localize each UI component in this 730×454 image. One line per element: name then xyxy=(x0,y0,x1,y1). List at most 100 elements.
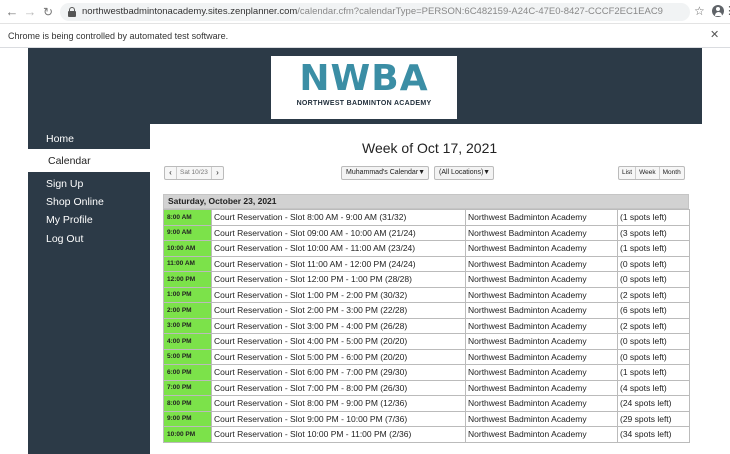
location-cell: Northwest Badminton Academy xyxy=(465,224,618,241)
event-cell[interactable]: Court Reservation - Slot 4:00 PM - 5:00 … xyxy=(211,333,466,350)
current-date-label[interactable]: Sat 10/23 xyxy=(176,167,212,179)
table-row[interactable]: 10:00 AM Court Reservation - Slot 10:00 A… xyxy=(163,240,690,257)
prev-day-button[interactable]: ‹ xyxy=(165,167,176,179)
table-row[interactable]: 5:00 PM Court Reservation - Slot 5:00 PM … xyxy=(163,348,690,365)
table-row[interactable]: 9:00 PM Court Reservation - Slot 9:00 PM … xyxy=(163,410,690,427)
event-cell[interactable]: Court Reservation - Slot 3:00 PM - 4:00 … xyxy=(211,317,466,334)
time-cell: 6:00 PM xyxy=(163,364,212,381)
spots-cell: (0 spots left) xyxy=(617,255,690,272)
star-icon[interactable]: ☆ xyxy=(694,3,705,19)
spots-cell: (34 spots left) xyxy=(617,426,690,443)
date-navigator: ‹ Sat 10/23 › xyxy=(164,166,224,180)
location-select[interactable]: (All Locations) ▼ xyxy=(434,166,494,180)
logo-subtitle: NORTHWEST BADMINTON ACADEMY xyxy=(296,100,432,107)
event-cell[interactable]: Court Reservation - Slot 5:00 PM - 6:00 … xyxy=(211,348,466,365)
table-row[interactable]: 1:00 PM Court Reservation - Slot 1:00 PM … xyxy=(163,286,690,303)
profile-icon[interactable] xyxy=(712,5,724,17)
page-title: Week of Oct 17, 2021 xyxy=(362,140,498,156)
location-cell: Northwest Badminton Academy xyxy=(465,286,618,303)
view-month-button[interactable]: Month xyxy=(658,167,684,179)
time-cell: 11:00 AM xyxy=(163,255,212,272)
spots-cell: (2 spots left) xyxy=(617,286,690,303)
url-domain: northwestbadmintonacademy.sites.zenplann… xyxy=(82,6,298,17)
time-cell: 10:00 PM xyxy=(163,426,212,443)
time-cell: 4:00 PM xyxy=(163,333,212,350)
location-cell: Northwest Badminton Academy xyxy=(465,271,618,288)
time-cell: 1:00 PM xyxy=(163,286,212,303)
table-row[interactable]: 3:00 PM Court Reservation - Slot 3:00 PM … xyxy=(163,317,690,334)
sidebar-item-my-profile[interactable]: My Profile xyxy=(46,214,93,226)
close-icon[interactable]: ✕ xyxy=(710,29,719,41)
calendar-select-value: Muhammad's Calendar xyxy=(346,169,419,176)
menu-icon[interactable]: ⋮ xyxy=(724,3,730,19)
event-cell[interactable]: Court Reservation - Slot 8:00 PM - 9:00 … xyxy=(211,395,466,412)
table-row[interactable]: 4:00 PM Court Reservation - Slot 4:00 PM … xyxy=(163,333,690,350)
lock-icon xyxy=(68,7,76,17)
url-path: /calendar.cfm?calendarType=PERSON:6C4821… xyxy=(297,6,663,17)
address-bar[interactable]: northwestbadmintonacademy.sites.zenplann… xyxy=(60,3,690,21)
next-day-button[interactable]: › xyxy=(212,167,223,179)
table-row[interactable]: 10:00 PM Court Reservation - Slot 10:00 P… xyxy=(163,426,690,443)
sidebar-item-shop-online[interactable]: Shop Online xyxy=(46,196,104,208)
spots-cell: (1 spots left) xyxy=(617,209,690,226)
event-cell[interactable]: Court Reservation - Slot 11:00 AM - 12:0… xyxy=(211,255,466,272)
back-icon[interactable]: ← xyxy=(4,4,20,20)
table-row[interactable]: 11:00 AM Court Reservation - Slot 11:00 A… xyxy=(163,255,690,272)
event-cell[interactable]: Court Reservation - Slot 6:00 PM - 7:00 … xyxy=(211,364,466,381)
time-cell: 2:00 PM xyxy=(163,302,212,319)
location-cell: Northwest Badminton Academy xyxy=(465,317,618,334)
spots-cell: (0 spots left) xyxy=(617,271,690,288)
spots-cell: (2 spots left) xyxy=(617,317,690,334)
time-cell: 8:00 PM xyxy=(163,395,212,412)
browser-toolbar: ← → ↻ northwestbadmintonacademy.sites.ze… xyxy=(0,0,730,24)
table-row[interactable]: 2:00 PM Court Reservation - Slot 2:00 PM … xyxy=(163,302,690,319)
location-cell: Northwest Badminton Academy xyxy=(465,348,618,365)
event-cell[interactable]: Court Reservation - Slot 7:00 PM - 8:00 … xyxy=(211,379,466,396)
view-list-button[interactable]: List xyxy=(619,167,635,179)
event-cell[interactable]: Court Reservation - Slot 2:00 PM - 3:00 … xyxy=(211,302,466,319)
table-row[interactable]: 7:00 PM Court Reservation - Slot 7:00 PM … xyxy=(163,379,690,396)
location-cell: Northwest Badminton Academy xyxy=(465,255,618,272)
day-header: Saturday, October 23, 2021 xyxy=(163,194,689,209)
logo[interactable]: NWBA NORTHWEST BADMINTON ACADEMY xyxy=(271,56,457,119)
automation-infobar: Chrome is being controlled by automated … xyxy=(0,24,730,48)
spots-cell: (6 spots left) xyxy=(617,302,690,319)
table-row[interactable]: 8:00 PM Court Reservation - Slot 8:00 PM … xyxy=(163,395,690,412)
time-cell: 5:00 PM xyxy=(163,348,212,365)
spots-cell: (1 spots left) xyxy=(617,240,690,257)
time-cell: 9:00 PM xyxy=(163,410,212,427)
spots-cell: (29 spots left) xyxy=(617,410,690,427)
spots-cell: (24 spots left) xyxy=(617,395,690,412)
spots-cell: (0 spots left) xyxy=(617,348,690,365)
spots-cell: (1 spots left) xyxy=(617,364,690,381)
event-cell[interactable]: Court Reservation - Slot 8:00 AM - 9:00 … xyxy=(211,209,466,226)
event-cell[interactable]: Court Reservation - Slot 10:00 PM - 11:0… xyxy=(211,426,466,443)
location-cell: Northwest Badminton Academy xyxy=(465,410,618,427)
sidebar-item-home[interactable]: Home xyxy=(46,133,74,145)
chevron-down-icon: ▼ xyxy=(483,169,490,176)
view-week-button[interactable]: Week xyxy=(635,167,659,179)
spots-cell: (3 spots left) xyxy=(617,224,690,241)
table-row[interactable]: 6:00 PM Court Reservation - Slot 6:00 PM … xyxy=(163,364,690,381)
location-cell: Northwest Badminton Academy xyxy=(465,240,618,257)
sidebar-item-sign-up[interactable]: Sign Up xyxy=(46,178,83,190)
table-row[interactable]: 9:00 AM Court Reservation - Slot 09:00 AM… xyxy=(163,224,690,241)
time-cell: 8:00 AM xyxy=(163,209,212,226)
reload-icon[interactable]: ↻ xyxy=(40,4,56,20)
calendar-select[interactable]: Muhammad's Calendar ▼ xyxy=(341,166,429,180)
logo-text: NWBA xyxy=(299,58,429,99)
infobar-text: Chrome is being controlled by automated … xyxy=(8,31,229,41)
event-cell[interactable]: Court Reservation - Slot 1:00 PM - 2:00 … xyxy=(211,286,466,303)
forward-icon[interactable]: → xyxy=(22,4,38,20)
time-cell: 7:00 PM xyxy=(163,379,212,396)
time-cell: 12:00 PM xyxy=(163,271,212,288)
spots-cell: (4 spots left) xyxy=(617,379,690,396)
table-row[interactable]: 8:00 AM Court Reservation - Slot 8:00 AM … xyxy=(163,209,690,226)
event-cell[interactable]: Court Reservation - Slot 10:00 AM - 11:0… xyxy=(211,240,466,257)
url-text[interactable]: northwestbadmintonacademy.sites.zenplann… xyxy=(82,6,663,17)
table-row[interactable]: 12:00 PM Court Reservation - Slot 12:00 P… xyxy=(163,271,690,288)
event-cell[interactable]: Court Reservation - Slot 12:00 PM - 1:00… xyxy=(211,271,466,288)
event-cell[interactable]: Court Reservation - Slot 09:00 AM - 10:0… xyxy=(211,224,466,241)
event-cell[interactable]: Court Reservation - Slot 9:00 PM - 10:00… xyxy=(211,410,466,427)
sidebar-item-log-out[interactable]: Log Out xyxy=(46,233,83,245)
